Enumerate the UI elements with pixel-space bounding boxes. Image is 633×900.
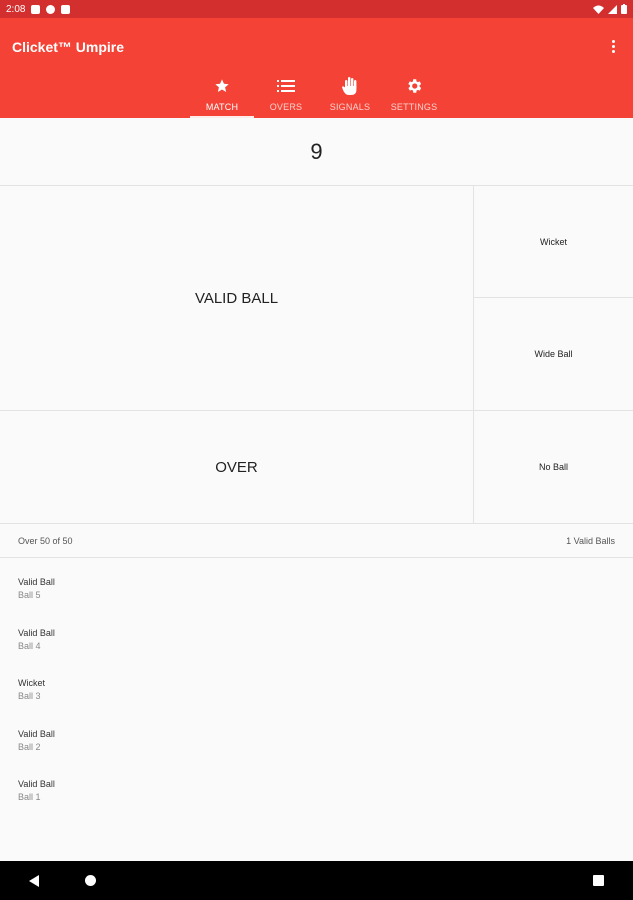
ball-number: Ball 4: [18, 640, 41, 651]
valid-balls-count: 1 Valid Balls: [566, 535, 615, 546]
list-item[interactable]: Valid Ball Ball 1: [18, 778, 55, 829]
recents-icon[interactable]: [593, 875, 604, 886]
ball-type: Valid Ball: [18, 577, 55, 587]
ball-number: Ball 1: [18, 792, 41, 802]
hand-icon: [342, 76, 358, 96]
tab-signals[interactable]: SIGNALS: [318, 72, 382, 118]
tab-overs[interactable]: OVERS: [254, 72, 318, 118]
gear-icon: [405, 76, 423, 96]
tab-label: OVERS: [269, 102, 303, 112]
signal-icon: [608, 4, 617, 14]
wicket-button[interactable]: Wicket: [474, 186, 633, 298]
status-bar: 2:08: [0, 0, 633, 18]
notification-icon: [31, 4, 41, 14]
valid-ball-button[interactable]: VALID BALL: [0, 186, 474, 411]
list-item[interactable]: Valid Ball Ball 2: [18, 728, 55, 779]
ball-type: Valid Ball: [18, 779, 55, 789]
ball-number: Ball 2: [18, 741, 41, 752]
tab-label: SIGNALS: [329, 102, 371, 112]
wifi-icon: [593, 5, 604, 14]
tab-match[interactable]: MATCH: [190, 72, 254, 118]
overflow-menu-icon[interactable]: [605, 38, 621, 54]
app-title: Clicket™ Umpire: [12, 39, 125, 55]
wide-ball-button[interactable]: Wide Ball: [474, 298, 633, 411]
umpire-button-grid: VALID BALL OVER Wicket Wide Ball No Ball: [0, 186, 633, 524]
home-icon[interactable]: [85, 875, 96, 886]
no-ball-button[interactable]: No Ball: [474, 411, 633, 524]
over-button[interactable]: OVER: [0, 411, 474, 524]
status-time: 2:08: [6, 3, 26, 15]
tab-label: MATCH: [205, 102, 239, 112]
notification-icon: [46, 4, 56, 14]
tab-bar: MATCH OVERS SIGNALS SETTINGS: [190, 72, 446, 118]
ball-type: Valid Ball: [18, 728, 55, 739]
ball-type: Wicket: [18, 678, 45, 688]
system-nav-bar: [0, 861, 633, 900]
back-icon[interactable]: [29, 875, 39, 887]
tab-settings[interactable]: SETTINGS: [382, 72, 446, 118]
over-summary: Over 50 of 50 1 Valid Balls: [0, 524, 633, 558]
battery-icon: [621, 4, 627, 14]
score-display: 9: [0, 118, 633, 186]
ball-number: Ball 5: [18, 590, 41, 600]
over-count: Over 50 of 50: [18, 535, 73, 546]
notification-icon: [61, 4, 71, 14]
ball-number: Ball 3: [18, 691, 41, 701]
list-icon: [277, 76, 295, 96]
star-icon: [214, 76, 230, 96]
ball-list: Valid Ball Ball 5 Valid Ball Ball 4 Wick…: [18, 576, 55, 829]
app-bar: Clicket™ Umpire MATCH OVERS SIGNALS SETT…: [0, 18, 633, 118]
list-item[interactable]: Valid Ball Ball 4: [18, 627, 55, 678]
ball-type: Valid Ball: [18, 627, 55, 638]
list-item[interactable]: Wicket Ball 3: [18, 677, 55, 728]
list-item[interactable]: Valid Ball Ball 5: [18, 576, 55, 627]
tab-label: SETTINGS: [390, 102, 438, 112]
